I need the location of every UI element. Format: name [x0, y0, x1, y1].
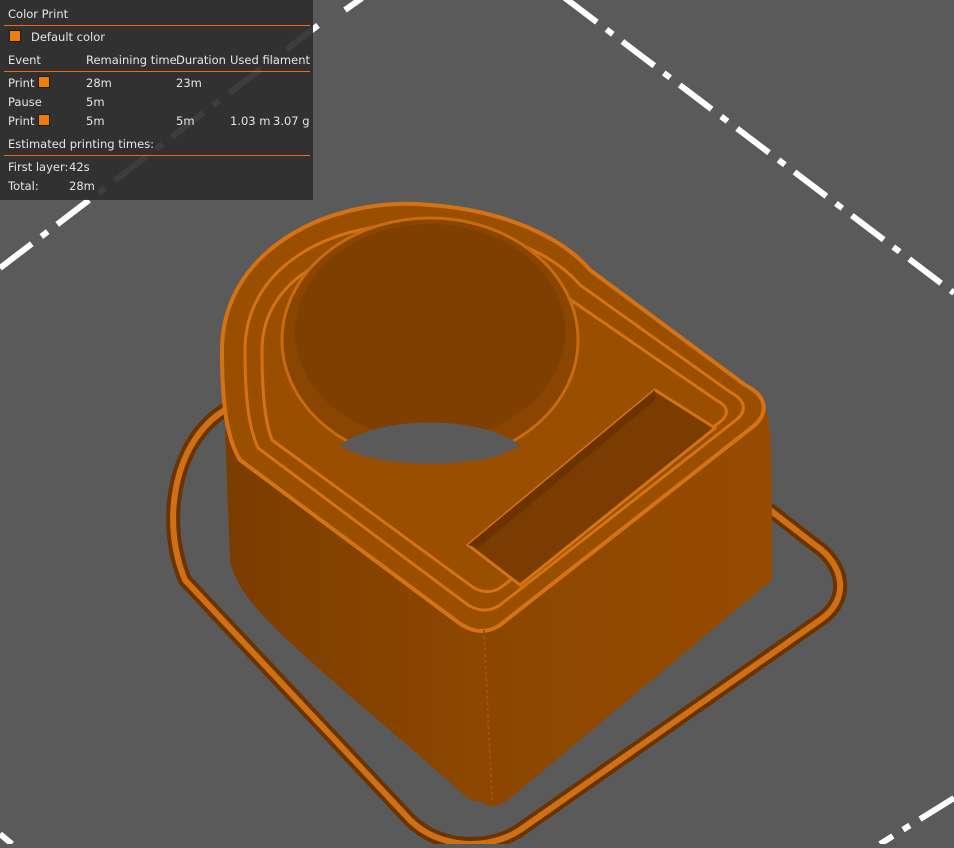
col-header-event: Event — [8, 53, 41, 67]
total-label: Total: — [8, 179, 39, 193]
bed-edge-top — [343, 0, 364, 13]
first-layer-label: First layer: — [8, 160, 69, 174]
row3-filament-length: 1.03 m — [230, 114, 271, 128]
estimated-divider — [4, 155, 310, 156]
title-divider — [4, 25, 310, 26]
estimated-times-title: Estimated printing times: — [8, 137, 155, 151]
row1-remaining: 28m — [86, 76, 112, 90]
color-print-legend: Color Print Default color Event Remainin… — [0, 0, 313, 200]
row1-color-swatch[interactable] — [38, 76, 50, 88]
col-header-used-filament: Used filament — [230, 53, 311, 67]
row2-event: Pause — [8, 95, 42, 109]
bed-edge-right — [563, 0, 954, 296]
row3-color-swatch[interactable] — [38, 114, 50, 126]
header-divider — [4, 71, 310, 72]
row3-duration: 5m — [176, 114, 195, 128]
col-header-remaining: Remaining time — [86, 53, 177, 67]
total-value: 28m — [69, 179, 95, 193]
row3-filament-weight: 3.07 g — [273, 114, 310, 128]
row3-remaining: 5m — [86, 114, 105, 128]
first-layer-value: 42s — [69, 160, 90, 174]
col-header-duration: Duration — [176, 53, 226, 67]
row1-event: Print — [8, 76, 35, 90]
row1-duration: 23m — [176, 76, 202, 90]
default-color-swatch[interactable] — [9, 30, 21, 42]
row3-event: Print — [8, 114, 35, 128]
bed-edge-bottom-left — [0, 831, 14, 847]
row2-remaining: 5m — [86, 95, 105, 109]
bed-edge-bottom-right — [878, 795, 954, 847]
default-color-label: Default color — [31, 30, 105, 44]
legend-title: Color Print — [8, 7, 69, 21]
